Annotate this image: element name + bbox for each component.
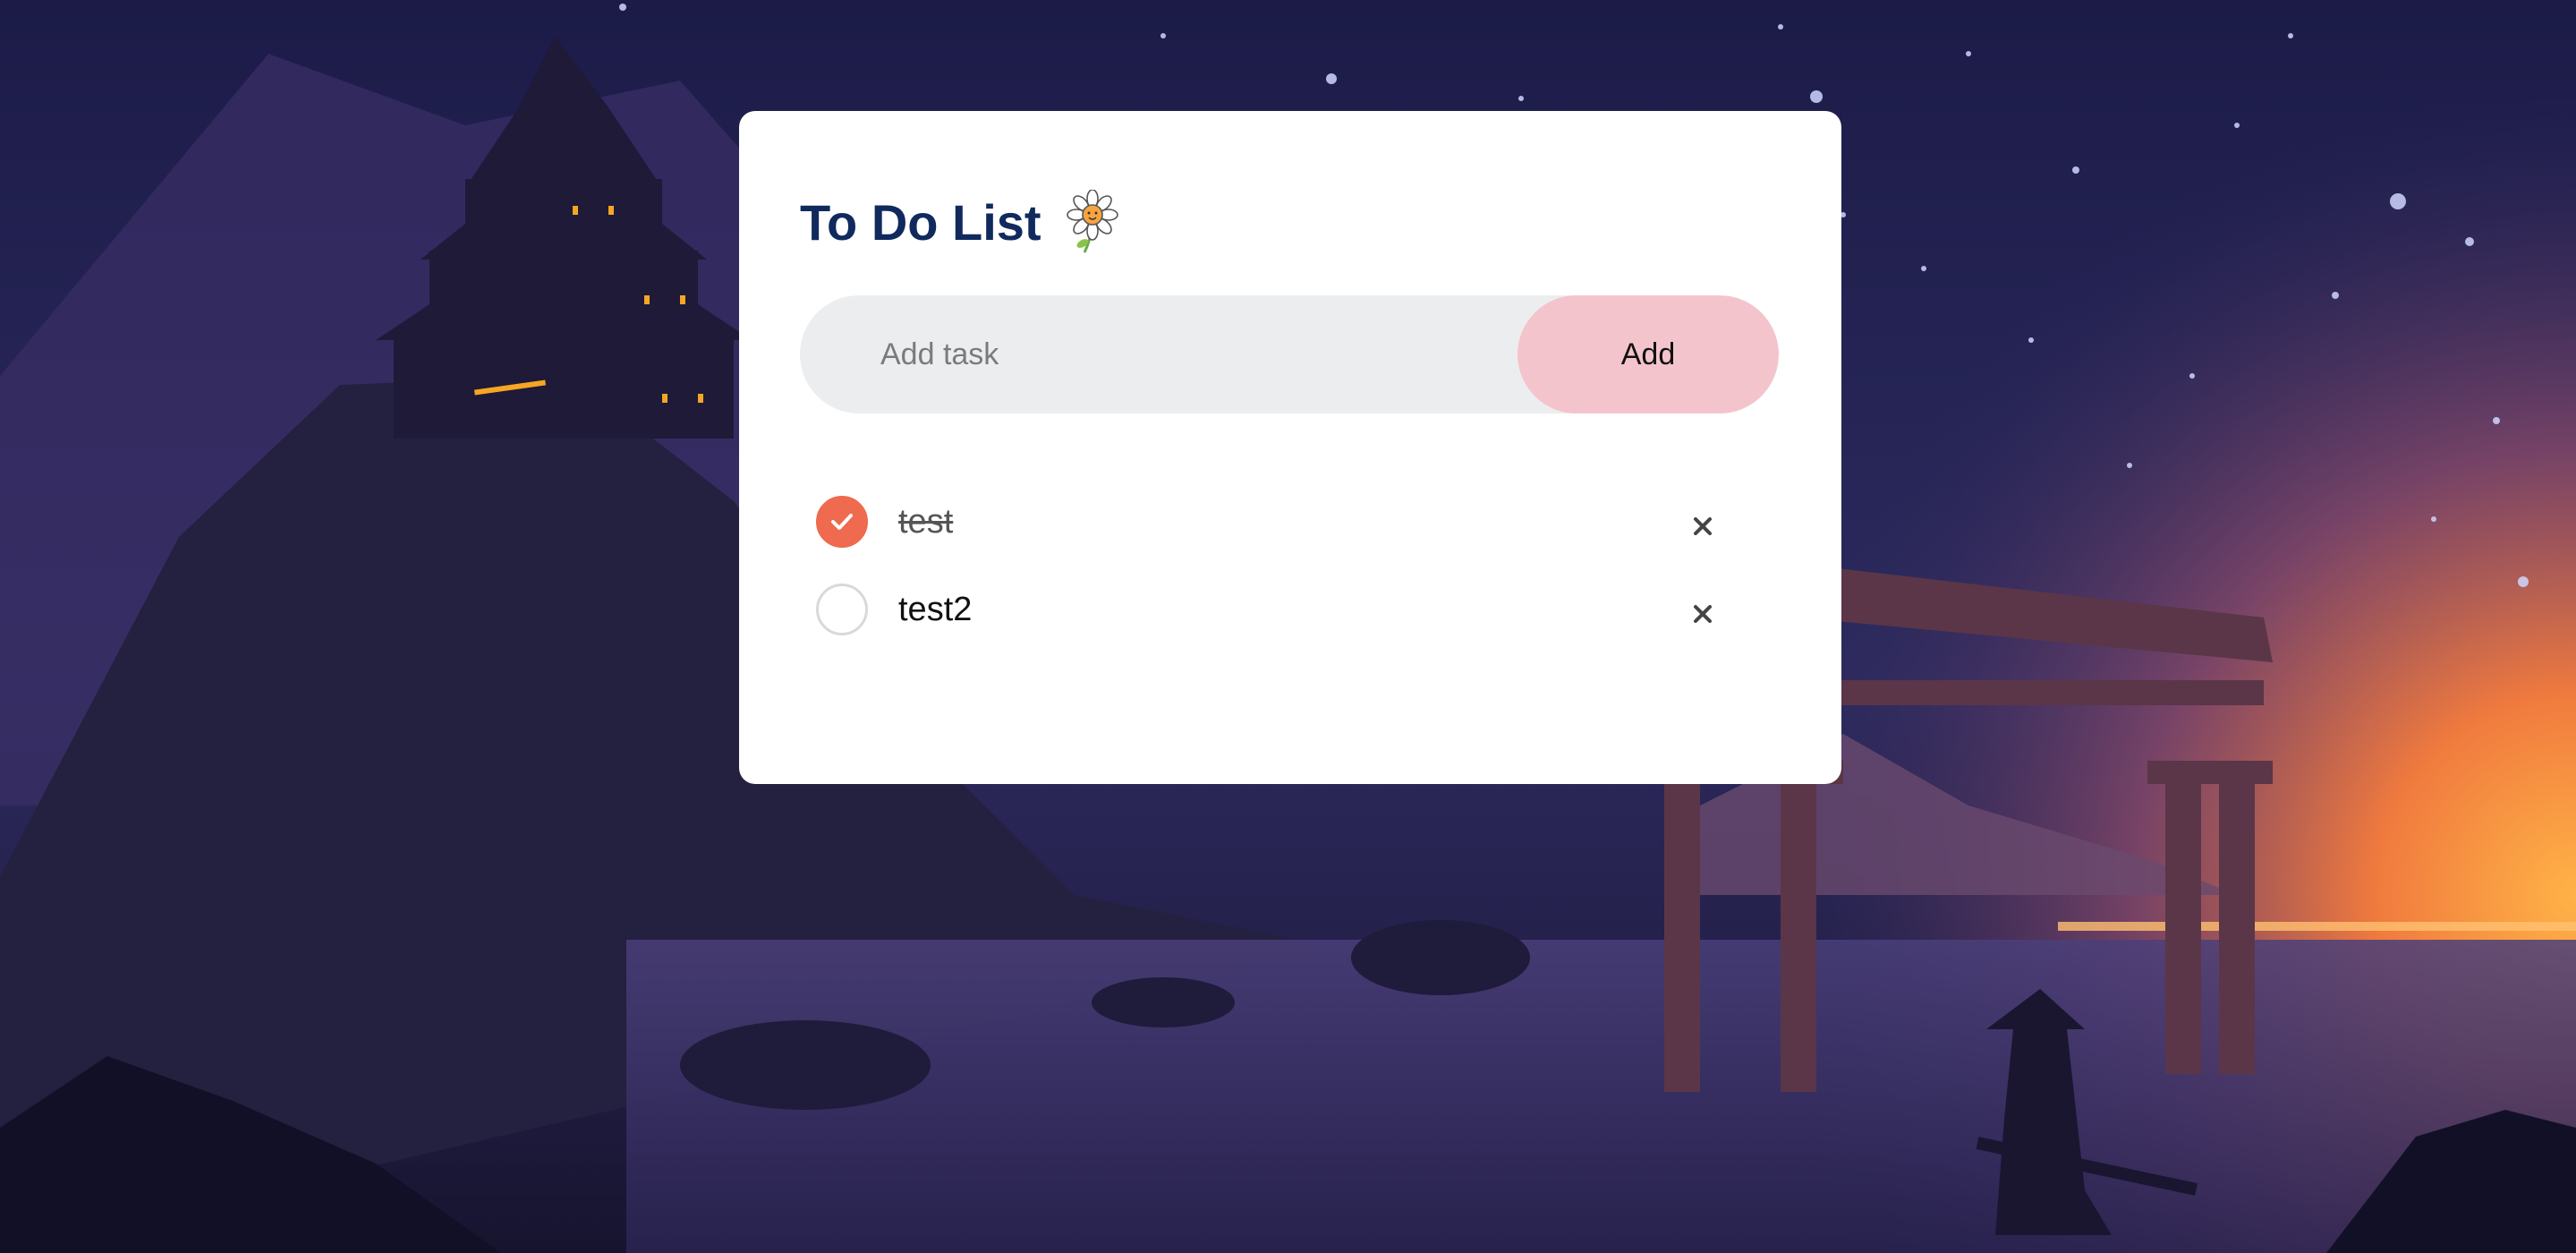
daisy-icon [1065, 189, 1120, 254]
task-item: test2 [816, 566, 1791, 653]
page-title: To Do List [800, 189, 1120, 254]
task-list: test test2 [816, 478, 1791, 653]
todo-card: To Do List Add task Add test test2 [739, 111, 1841, 784]
close-icon [1694, 517, 1712, 535]
task-checkbox-checked[interactable] [816, 496, 868, 548]
task-input[interactable] [800, 295, 1516, 413]
delete-task-button[interactable] [1688, 599, 1718, 629]
task-label[interactable]: test [898, 503, 953, 541]
task-checkbox[interactable] [816, 584, 868, 635]
close-icon [1694, 605, 1712, 623]
add-button[interactable]: Add [1518, 295, 1779, 413]
checkmark-icon [831, 514, 853, 530]
task-item: test [816, 478, 1791, 566]
task-label[interactable]: test2 [898, 591, 972, 629]
title-text: To Do List [800, 193, 1041, 251]
delete-task-button[interactable] [1688, 511, 1718, 541]
add-task-row: Add [800, 295, 1779, 413]
